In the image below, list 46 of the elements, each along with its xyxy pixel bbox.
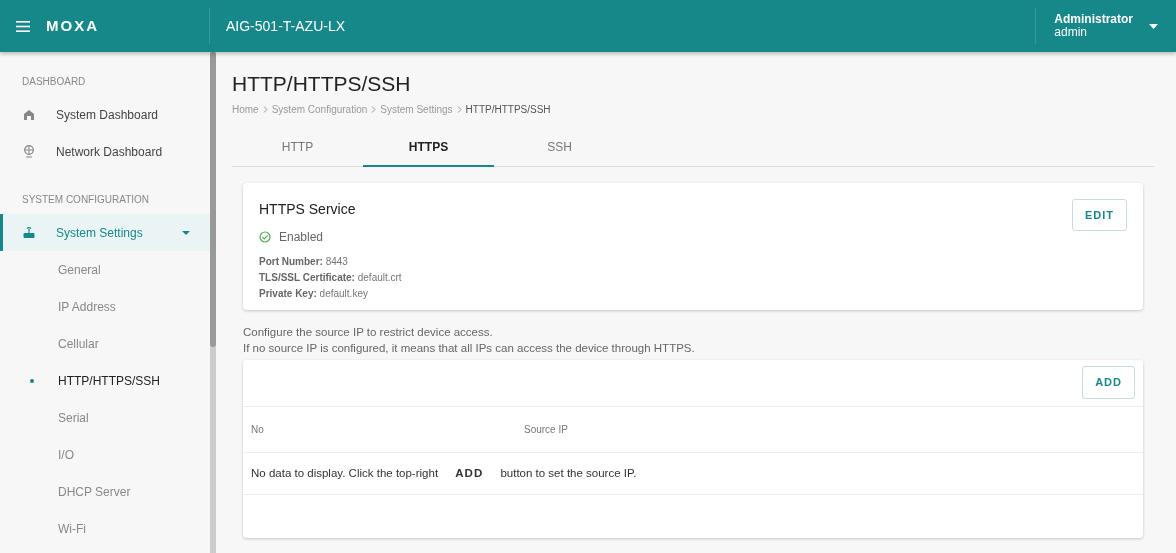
- home-icon: [22, 108, 36, 121]
- detail-text: Private Key: default.key: [259, 287, 368, 299]
- add-button[interactable]: ADD: [1082, 366, 1135, 399]
- page-title: HTTP/HTTPS/SSH: [232, 71, 412, 97]
- device-name: AIG-501-T-AZU-LX: [226, 16, 347, 36]
- tab[interactable]: HTTPS: [363, 128, 494, 167]
- column-header: Source IP: [524, 424, 568, 436]
- card-title: HTTPS Service: [259, 199, 356, 219]
- chevron-icon: [371, 106, 377, 114]
- sidebar-item[interactable]: System Settings: [0, 214, 210, 251]
- section-header: SYSTEM CONFIGURATION: [22, 194, 150, 205]
- sidebar-item[interactable]: Network Dashboard: [0, 133, 210, 170]
- status-text: Enabled: [279, 228, 324, 246]
- menu-icon[interactable]: [16, 20, 30, 32]
- sidebar-subitem[interactable]: General: [0, 251, 210, 288]
- tab[interactable]: HTTP: [232, 128, 363, 167]
- empty-message: No data to display. Click the top-right ADD button to set the source IP.: [251, 465, 637, 481]
- scrollbar[interactable]: [210, 52, 216, 553]
- breadcrumb-link[interactable]: Home: [232, 103, 259, 115]
- sidebar-subitem[interactable]: HTTP/HTTPS/SSH: [0, 362, 210, 399]
- section-header: DASHBOARD: [22, 76, 86, 87]
- description-text: If no source IP is configured, it means that all IPs can access the device through HTTPS.: [243, 341, 695, 354]
- caret-icon: [182, 230, 190, 235]
- sidebar-item[interactable]: System Dashboard: [0, 96, 210, 133]
- description-text: Configure the source IP to restrict device access.: [243, 325, 493, 338]
- breadcrumb-current: HTTP/HTTPS/SSH: [465, 103, 551, 115]
- chevron-icon: [456, 106, 462, 114]
- sidebar-subitem[interactable]: Serial: [0, 399, 210, 436]
- sidebar-subitem[interactable]: Cellular: [0, 325, 210, 362]
- tab[interactable]: SSH: [494, 128, 625, 167]
- logo: MOXA: [46, 15, 99, 36]
- caret-icon: [1149, 23, 1158, 29]
- sidebar-subitem[interactable]: Wi-Fi: [0, 510, 210, 547]
- detail-text: Port Number: 8443: [259, 255, 348, 267]
- detail-text: TLS/SSL Certificate: default.crt: [259, 271, 402, 283]
- breadcrumb-link[interactable]: System Configuration: [271, 103, 368, 115]
- user-menu[interactable]: Administrator admin: [1035, 8, 1176, 44]
- breadcrumb-link[interactable]: System Settings: [380, 103, 453, 115]
- sidebar-subitem[interactable]: IP Address: [0, 288, 210, 325]
- edit-button[interactable]: EDIT: [1071, 198, 1127, 231]
- sidebar-subitem[interactable]: DHCP Server: [0, 473, 210, 510]
- globe-icon: [22, 145, 36, 158]
- sidebar-subitem[interactable]: I/O: [0, 436, 210, 473]
- chevron-icon: [262, 106, 268, 114]
- router-icon: [22, 226, 36, 239]
- column-header: No: [251, 424, 264, 436]
